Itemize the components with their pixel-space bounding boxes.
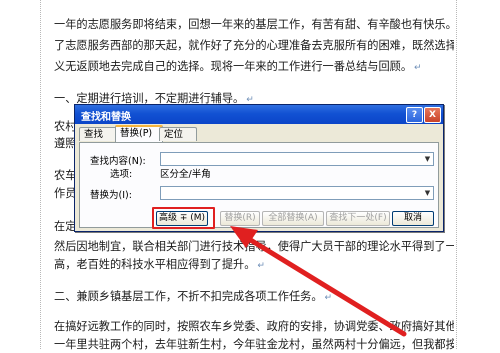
document-paragraph: 作员 [54, 187, 74, 200]
options-label: 选项: [110, 169, 133, 180]
document-paragraph: 农村 [54, 120, 74, 133]
document-paragraph: 农车 [54, 169, 74, 182]
close-button[interactable]: X [424, 107, 441, 123]
left-margin-guide [40, 0, 42, 349]
document-paragraph: 一年的志愿服务即将结束，回想一年来的基层工作，有苦有甜、有辛酸也有快乐。自从选择 [54, 18, 454, 31]
tab-goto[interactable]: 定位(G) [159, 127, 197, 153]
document-paragraph: 遵照 [54, 137, 74, 150]
document-paragraph: 了志愿服务西部的那天起，就作好了充分的心理准备去克服所有的困难，既然选择了，就得 [54, 39, 454, 52]
find-next-button[interactable]: 查找下一处(F) [326, 211, 390, 226]
replace-with-input[interactable]: ▼ [160, 186, 434, 200]
find-what-input[interactable]: ▼ [160, 152, 434, 166]
find-replace-dialog: 查找和替换 ? X 查找(D) 替换(P) 定位(G) 查找内容(N): ▼ 选… [74, 104, 444, 232]
paragraph-mark-icon: ↵ [414, 63, 422, 73]
find-what-label: 查找内容(N): [90, 156, 146, 167]
options-value: 区分全/半角 [160, 169, 211, 180]
dialog-title: 查找和替换 [81, 112, 131, 123]
document-paragraph: 义无返顾地去完成自己的选择。现将一年来的工作进行一番总结与回顾。 ↵ [54, 60, 422, 73]
paragraph-mark-icon: ↵ [257, 261, 265, 271]
dialog-titlebar[interactable]: 查找和替换 ? X [75, 105, 443, 124]
highlight-box [152, 207, 215, 229]
document-paragraph: 高，老百姓的科技水平相应得到了提升。 ↵ [54, 258, 265, 271]
document-paragraph: 一年里共驻两个村，去年驻新生村，今年驻金龙村，虽然两村十分偏远，但我都按时完成了 [54, 338, 454, 351]
chevron-down-icon[interactable]: ▼ [422, 153, 433, 165]
section-heading: 二、兼顾乡镇基层工作，不折不扣完成各项工作任务。 ↵ [54, 290, 333, 303]
cancel-button[interactable]: 取消 [392, 211, 434, 226]
replace-with-label: 替换为(I): [90, 190, 132, 201]
tab-find[interactable]: 查找(D) [79, 127, 119, 153]
document-paragraph: 在搞好远教工作的同时，按照农车乡党委、政府的安排，协调党委、政府搞好其他各项工作… [54, 320, 454, 333]
replace-all-button[interactable]: 全部替换(A) [262, 211, 324, 226]
document-paragraph: 在定 [54, 220, 74, 233]
help-button[interactable]: ? [406, 107, 423, 123]
document-paragraph: 然后因地制宜，联合相关部门进行技术指导，使得广大员干部的理论水平得到了一定程度的… [54, 240, 454, 253]
replace-button[interactable]: 替换(R) [220, 211, 260, 226]
right-margin-guide [456, 0, 458, 349]
chevron-down-icon[interactable]: ▼ [422, 187, 433, 199]
tab-replace[interactable]: 替换(P) [115, 125, 163, 143]
paragraph-mark-icon: ↵ [324, 293, 333, 303]
replace-tab-panel: 查找内容(N): ▼ 选项: 区分全/半角 替换为(I): ▼ 高级 ∓ (M)… [79, 142, 439, 228]
